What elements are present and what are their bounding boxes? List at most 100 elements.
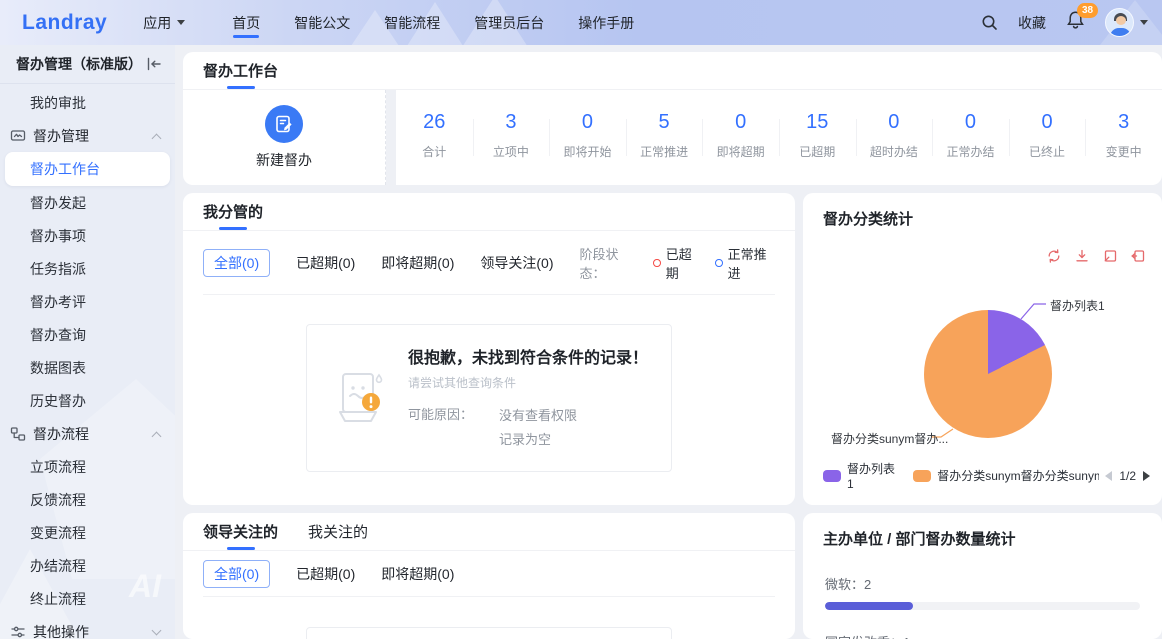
unit-stats-title: 主办单位 / 部门督办数量统计 bbox=[803, 513, 1162, 549]
monitor-icon bbox=[10, 128, 26, 144]
filter-near-overdue[interactable]: 即将超期(0) bbox=[381, 564, 454, 584]
workbench-panel: 督办工作台 新建督办 26合计 3立项中 0即将开始 5正常推进 bbox=[183, 52, 1162, 185]
stat-closed-late[interactable]: 0超时办结 bbox=[856, 105, 933, 170]
stage-status-legend: 阶段状态： 已超期 正常推进 bbox=[580, 244, 776, 282]
stat-terminated[interactable]: 0已终止 bbox=[1009, 105, 1086, 170]
filter-leader-follow[interactable]: 领导关注(0) bbox=[480, 253, 553, 273]
filter-overdue[interactable]: 已超期(0) bbox=[296, 564, 355, 584]
prev-page-icon[interactable] bbox=[1105, 471, 1112, 481]
nav-manual[interactable]: 操作手册 bbox=[561, 0, 651, 45]
divider bbox=[203, 294, 775, 295]
stat-overdue[interactable]: 15已超期 bbox=[779, 105, 856, 170]
empty-reasons: 可能原因： 没有查看权限 记录为空 bbox=[408, 404, 648, 452]
apps-label: 应用 bbox=[143, 13, 171, 33]
stat-on-track[interactable]: 5正常推进 bbox=[626, 105, 703, 170]
sidebar-item-workbench[interactable]: 督办工作台 bbox=[5, 152, 170, 186]
sidebar-item-completion-flow[interactable]: 办结流程 bbox=[0, 549, 175, 582]
stat-closed-normal[interactable]: 0正常办结 bbox=[932, 105, 1009, 170]
chevron-up-icon bbox=[152, 431, 162, 441]
my-managed-filters: 全部(0) 已超期(0) 即将超期(0) 领导关注(0) 阶段状态： 已超期 正… bbox=[183, 231, 795, 294]
sidebar-item-project-flow[interactable]: 立项流程 bbox=[0, 450, 175, 483]
legend-swatch-orange bbox=[913, 470, 931, 482]
filter-all[interactable]: 全部(0) bbox=[203, 560, 270, 588]
unit-bar-label: 国家发改委：1 bbox=[825, 632, 1140, 639]
avatar bbox=[1105, 8, 1134, 37]
workbench-header: 督办工作台 bbox=[183, 52, 1162, 90]
sidebar-item-matters[interactable]: 督办事项 bbox=[0, 219, 175, 252]
favorites-button[interactable]: 收藏 bbox=[1018, 13, 1046, 33]
followed-panel: 领导关注的 我关注的 全部(0) 已超期(0) 即将超期(0) bbox=[183, 513, 795, 639]
collapse-sidebar-icon[interactable] bbox=[146, 56, 162, 72]
sidebar-item-termination-flow[interactable]: 终止流程 bbox=[0, 582, 175, 615]
unit-bar-track bbox=[825, 602, 1140, 610]
pie-callout-orange: 督办分类sunym督办... bbox=[831, 430, 948, 447]
empty-hint: 请尝试其他查询条件 bbox=[408, 374, 648, 391]
nav-smart-flow[interactable]: 智能流程 bbox=[367, 0, 457, 45]
page: Landray 应用 首页 智能公文 智能流程 管理员后台 操作手册 收藏 38 bbox=[0, 0, 1162, 639]
sidebar: AI 督办管理（标准版） 我的审批 督办管理 督办工作台 督办发起 督办事项 任… bbox=[0, 45, 175, 639]
next-page-icon[interactable] bbox=[1143, 471, 1150, 481]
sidebar-item-task-assign[interactable]: 任务指派 bbox=[0, 252, 175, 285]
sidebar-title: 督办管理（标准版） bbox=[16, 54, 142, 74]
empty-doc-icon bbox=[330, 369, 392, 427]
filter-overdue[interactable]: 已超期(0) bbox=[296, 253, 355, 273]
stat-near-overdue[interactable]: 0即将超期 bbox=[702, 105, 779, 170]
nav-smart-docs[interactable]: 智能公文 bbox=[277, 0, 367, 45]
workbench-body: 新建督办 26合计 3立项中 0即将开始 5正常推进 0即将超期 15已超期 0… bbox=[183, 90, 1162, 185]
sidebar-menu: 我的审批 督办管理 督办工作台 督办发起 督办事项 任务指派 督办考评 督办查询… bbox=[0, 84, 175, 639]
sidebar-item-evaluation[interactable]: 督办考评 bbox=[0, 285, 175, 318]
legend-page-number: 1/2 bbox=[1119, 469, 1136, 483]
main-content: 督办工作台 新建督办 26合计 3立项中 0即将开始 5正常推进 bbox=[175, 45, 1162, 639]
pie-callout-purple: 督办列表1 bbox=[1050, 297, 1105, 314]
sidebar-item-initiate[interactable]: 督办发起 bbox=[0, 186, 175, 219]
tab-my-managed[interactable]: 我分管的 bbox=[203, 193, 263, 230]
sidebar-item-change-flow[interactable]: 变更流程 bbox=[0, 516, 175, 549]
unit-bar-label: 微软：2 bbox=[825, 574, 1140, 593]
filter-near-overdue[interactable]: 即将超期(0) bbox=[381, 253, 454, 273]
tab-my-followed[interactable]: 我关注的 bbox=[308, 513, 368, 550]
new-supervision-button[interactable]: 新建督办 bbox=[183, 90, 386, 185]
stat-total[interactable]: 26合计 bbox=[396, 105, 473, 170]
nav-home[interactable]: 首页 bbox=[215, 0, 277, 45]
unit-stats-panel: 主办单位 / 部门督办数量统计 微软：2 国家发改委：1 bbox=[803, 513, 1162, 639]
unit-bar-fill bbox=[825, 602, 913, 610]
sidebar-item-history[interactable]: 历史督办 bbox=[0, 384, 175, 417]
stat-initiating[interactable]: 3立项中 bbox=[473, 105, 550, 170]
tab-workbench[interactable]: 督办工作台 bbox=[203, 52, 278, 89]
sidebar-item-feedback-flow[interactable]: 反馈流程 bbox=[0, 483, 175, 516]
new-supervision-label: 新建督办 bbox=[256, 150, 312, 170]
divider bbox=[203, 596, 775, 597]
apps-menu[interactable]: 应用 bbox=[143, 13, 185, 33]
stat-about-to-start[interactable]: 0即将开始 bbox=[549, 105, 626, 170]
tab-leader-followed[interactable]: 领导关注的 bbox=[203, 513, 278, 550]
caret-down-icon bbox=[177, 20, 185, 25]
caret-down-icon bbox=[1140, 20, 1148, 25]
chevron-down-icon bbox=[152, 625, 162, 635]
stat-changing[interactable]: 3变更中 bbox=[1085, 105, 1162, 170]
topbar: Landray 应用 首页 智能公文 智能流程 管理员后台 操作手册 收藏 38 bbox=[0, 0, 1162, 45]
reason-values: 没有查看权限 记录为空 bbox=[499, 404, 577, 452]
stage-on-track: 正常推进 bbox=[715, 244, 775, 282]
sidebar-item-charts[interactable]: 数据图表 bbox=[0, 351, 175, 384]
category-stats-panel: 督办分类统计 督 bbox=[803, 193, 1162, 505]
filter-all[interactable]: 全部(0) bbox=[203, 249, 270, 277]
topbar-right: 收藏 38 bbox=[981, 8, 1148, 37]
search-icon[interactable] bbox=[981, 14, 998, 31]
legend-swatch-purple bbox=[823, 470, 841, 482]
ontrack-dot-icon bbox=[715, 259, 722, 267]
legend-entry-2[interactable]: 督办分类sunym督办分类sunym督办分类 bbox=[913, 467, 1099, 484]
chevron-up-icon bbox=[152, 133, 162, 143]
pie-chart: 督办列表1 督办分类sunym督办... bbox=[803, 233, 1162, 453]
legend-entry-1[interactable]: 督办列表1 bbox=[823, 460, 899, 491]
notification-badge: 38 bbox=[1077, 3, 1098, 18]
nav-admin-console[interactable]: 管理员后台 bbox=[457, 0, 561, 45]
sidebar-group-supervision-mgmt[interactable]: 督办管理 bbox=[0, 119, 175, 152]
pie-leader-lines bbox=[803, 233, 1162, 453]
sidebar-item-query[interactable]: 督办查询 bbox=[0, 318, 175, 351]
sidebar-group-supervision-flows[interactable]: 督办流程 bbox=[0, 417, 175, 450]
sidebar-item-my-approvals[interactable]: 我的审批 bbox=[0, 86, 175, 119]
user-menu[interactable] bbox=[1105, 8, 1148, 37]
notifications-button[interactable]: 38 bbox=[1066, 10, 1085, 35]
category-stats-title: 督办分类统计 bbox=[803, 193, 1162, 229]
sidebar-group-other-actions[interactable]: 其他操作 bbox=[0, 615, 175, 639]
